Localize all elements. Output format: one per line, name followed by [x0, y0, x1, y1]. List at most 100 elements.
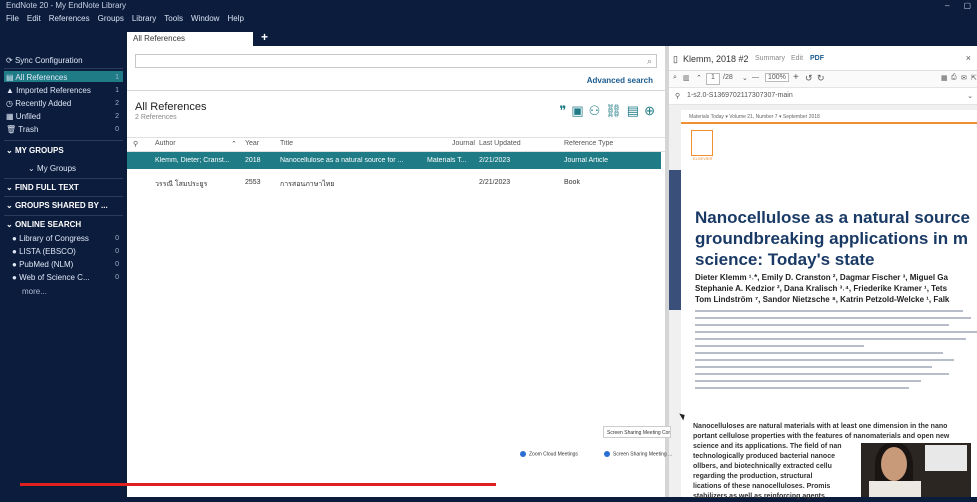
- thumbnails-icon[interactable]: ▥: [683, 74, 690, 82]
- export-icon[interactable]: ▣: [571, 103, 583, 119]
- online-item-lista[interactable]: ● LISTA (EBSCO): [12, 247, 76, 256]
- reference-label: Klemm, 2018 #2: [683, 54, 749, 64]
- column-last-updated[interactable]: Last Updated: [479, 140, 521, 147]
- sort-arrow-icon: ⌃: [231, 141, 237, 148]
- video-progress-bar[interactable]: [20, 483, 496, 486]
- cell-year: 2553: [245, 179, 261, 186]
- zoom-in-icon[interactable]: +: [793, 72, 799, 83]
- rotate-left-icon[interactable]: ↺: [805, 73, 813, 84]
- reference-list-panel: ⌕ Advanced search All References 2 Refer…: [127, 46, 665, 497]
- sidebar-divider: [4, 178, 123, 179]
- page-up-icon[interactable]: ⌃: [696, 74, 702, 82]
- sidebar-section-my-groups[interactable]: ⌄ MY GROUPS: [6, 146, 64, 155]
- menu-references[interactable]: References: [49, 12, 90, 25]
- sidebar-item-all-references[interactable]: ▤ All References: [6, 73, 123, 82]
- zoom-search-icon[interactable]: ⌕: [673, 74, 677, 82]
- maximize-icon[interactable]: ▢: [963, 0, 971, 12]
- advanced-search-link[interactable]: Advanced search: [587, 76, 653, 85]
- background-monitor: [925, 445, 967, 471]
- column-year[interactable]: Year: [245, 140, 259, 147]
- menu-file[interactable]: File: [6, 12, 19, 25]
- table-row[interactable]: Klemm, Dieter; Cranst... 2018 Nanocellul…: [127, 152, 661, 169]
- add-author-icon[interactable]: ⚇: [589, 103, 601, 119]
- title-bar: EndNote 20 - My EndNote Library – ▢: [0, 0, 977, 12]
- attachment-column-icon[interactable]: ⚲: [133, 140, 138, 148]
- email-icon[interactable]: ✉: [961, 74, 967, 82]
- menu-groups[interactable]: Groups: [98, 12, 124, 25]
- column-journal[interactable]: Journal: [452, 140, 475, 147]
- cell-title: Nanocellulose as a natural source for ..…: [280, 157, 404, 164]
- sidebar-section-groups-shared[interactable]: ⌄ GROUPS SHARED BY ...: [6, 201, 108, 210]
- online-search-more-link[interactable]: more...: [22, 287, 47, 296]
- column-author[interactable]: Author: [155, 140, 176, 147]
- quote-insert-icon[interactable]: ❞: [559, 103, 566, 119]
- sidebar-item-trash[interactable]: 🗑 Trash: [6, 125, 38, 134]
- sidebar-divider: [4, 196, 123, 197]
- cell-title: การสอนภาษาไทย: [280, 181, 335, 188]
- search-input[interactable]: ⌕: [135, 54, 657, 68]
- globe-icon[interactable]: ⊕: [644, 103, 655, 119]
- new-tab-plus-icon[interactable]: +: [261, 30, 268, 44]
- menu-edit[interactable]: Edit: [27, 12, 41, 25]
- cell-last-updated: 2/21/2023: [479, 179, 511, 186]
- minimize-icon[interactable]: –: [945, 0, 949, 12]
- tab-summary[interactable]: Summary: [755, 55, 785, 62]
- menu-tools[interactable]: Tools: [164, 12, 183, 25]
- page-down-icon[interactable]: ⌄: [742, 74, 748, 82]
- publisher-tree-icon: [691, 130, 713, 156]
- print-icon[interactable]: ⎙: [951, 74, 957, 82]
- cell-author: วรรณี โสมประยูร: [155, 181, 208, 188]
- taskbar-screen-sharing[interactable]: Screen Sharing Meeting ...: [604, 451, 672, 457]
- sidebar-section-online-search[interactable]: ⌄ ONLINE SEARCH: [6, 220, 81, 229]
- sidebar-section-find-full-text[interactable]: ⌄ FIND FULL TEXT: [6, 183, 79, 192]
- sidebar-item-imported-references[interactable]: ▲ Imported References: [6, 86, 91, 95]
- chevron-down-icon: ⌄: [6, 146, 13, 155]
- side-strip: [669, 170, 681, 310]
- link-icon[interactable]: ⛓: [605, 103, 622, 119]
- table-row[interactable]: วรรณี โสมประยูร 2553 การสอนภาษาไทย 2/21/…: [127, 174, 661, 191]
- zoom-out-icon[interactable]: —: [752, 74, 759, 81]
- save-icon[interactable]: ▦: [941, 74, 948, 82]
- online-item-web-of-science[interactable]: ● Web of Science C...: [12, 273, 90, 282]
- tab-pdf[interactable]: PDF: [810, 55, 824, 62]
- chevron-down-icon: ⌄: [6, 220, 13, 229]
- tab-edit[interactable]: Edit: [791, 55, 803, 62]
- close-icon[interactable]: ×: [966, 53, 971, 63]
- count-pubmed: 0: [115, 261, 119, 268]
- menu-library[interactable]: Library: [132, 12, 156, 25]
- rotate-right-icon[interactable]: ↻: [817, 73, 825, 84]
- chevron-down-icon[interactable]: ⌄: [967, 92, 973, 100]
- pdf-file-selector[interactable]: ⚲ 1-s2.0-S1369702117307307-main ⌄: [669, 88, 977, 105]
- header-rule: [681, 122, 977, 124]
- screen-sharing-controls-popup[interactable]: Screen Sharing Meeting Controls: [603, 426, 671, 438]
- column-title[interactable]: Title: [280, 140, 293, 147]
- taskbar-zoom-cloud-meetings[interactable]: Zoom Cloud Meetings: [520, 451, 578, 457]
- zoom-level[interactable]: 100%: [765, 73, 789, 82]
- presenter-face: [881, 447, 907, 481]
- open-external-icon[interactable]: ⇱: [971, 74, 977, 82]
- page-count: /28: [723, 74, 733, 81]
- sidebar-divider: [4, 68, 123, 69]
- reference-count: 2 References: [135, 114, 177, 121]
- menu-help[interactable]: Help: [227, 12, 243, 25]
- globe-icon: ●: [12, 260, 17, 269]
- sidebar-item-recently-added[interactable]: ◷ Recently Added: [6, 99, 71, 108]
- divider: [127, 90, 665, 91]
- online-item-library-of-congress[interactable]: ● Library of Congress: [12, 234, 89, 243]
- menu-window[interactable]: Window: [191, 12, 219, 25]
- tab-all-references[interactable]: All References: [127, 32, 253, 46]
- pdf-icon[interactable]: ▤: [627, 103, 639, 119]
- column-reference-type[interactable]: Reference Type: [564, 140, 613, 147]
- online-item-pubmed[interactable]: ● PubMed (NLM): [12, 260, 73, 269]
- sync-configuration[interactable]: ⟳ Sync Configuration: [6, 56, 83, 65]
- sidebar-item-my-groups[interactable]: ⌄ My Groups: [28, 164, 76, 173]
- cell-year: 2018: [245, 157, 261, 164]
- clock-icon: ◷: [6, 99, 13, 108]
- pdf-filename: 1-s2.0-S1369702117307307-main: [687, 92, 793, 99]
- sidebar-item-unfiled[interactable]: ▦ Unfiled: [6, 112, 41, 121]
- panel-icon: ▯: [673, 54, 678, 64]
- count-unfiled: 2: [115, 113, 119, 120]
- page-number-input[interactable]: 1: [706, 73, 720, 85]
- search-icon[interactable]: ⌕: [647, 56, 652, 67]
- cell-author: Klemm, Dieter; Cranst...: [155, 157, 230, 164]
